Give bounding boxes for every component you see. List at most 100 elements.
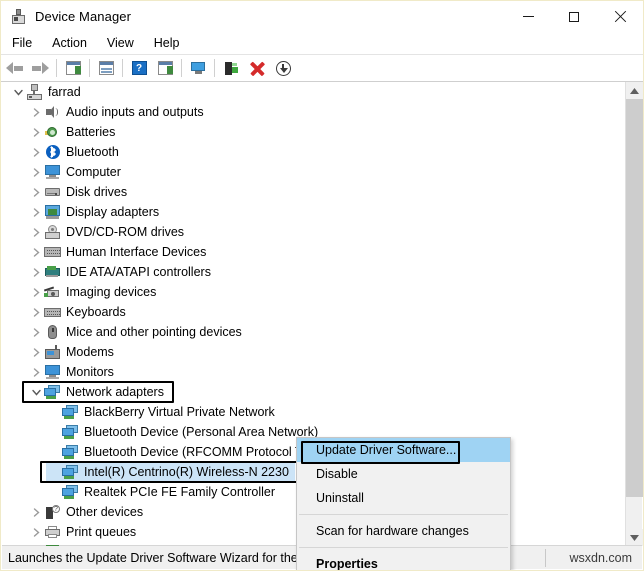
expand-chevron-icon[interactable] bbox=[28, 202, 44, 222]
tree-item-display-adapters[interactable]: Display adapters bbox=[2, 202, 619, 222]
tree-item-label: DVD/CD-ROM drives bbox=[66, 222, 184, 242]
hid-icon bbox=[44, 244, 61, 260]
tree-item-label: Monitors bbox=[66, 362, 114, 382]
context-menu-item-uninstall[interactable]: Uninstall bbox=[297, 486, 510, 510]
maximize-button[interactable] bbox=[551, 1, 597, 32]
expand-chevron-icon[interactable] bbox=[28, 142, 44, 162]
computer-icon bbox=[26, 84, 43, 100]
battery-icon bbox=[44, 124, 61, 140]
toolbar-properties-button[interactable] bbox=[93, 56, 119, 80]
expand-chevron-icon[interactable] bbox=[28, 122, 44, 142]
expand-chevron-icon[interactable] bbox=[28, 162, 44, 182]
expand-chevron-icon[interactable] bbox=[28, 502, 44, 522]
menu-file[interactable]: File bbox=[3, 34, 41, 52]
tree-item-label: Human Interface Devices bbox=[66, 242, 206, 262]
menu-view[interactable]: View bbox=[98, 34, 143, 52]
context-menu[interactable]: Update Driver Software... Disable Uninstal… bbox=[296, 437, 511, 571]
tree-item-ide-ata-atapi-controllers[interactable]: IDE ATA/ATAPI controllers bbox=[2, 262, 619, 282]
unknown-device-icon: ? bbox=[44, 504, 61, 520]
context-menu-item-update-driver-software[interactable]: Update Driver Software... bbox=[297, 438, 510, 462]
tree-item-label: Realtek PCIe FE Family Controller bbox=[84, 482, 275, 502]
back-arrow-icon bbox=[6, 62, 23, 75]
toolbar-forward-button[interactable] bbox=[27, 56, 53, 80]
tree-item-label: Modems bbox=[66, 342, 114, 362]
scroll-down-button[interactable] bbox=[626, 529, 643, 546]
expand-chevron-icon[interactable] bbox=[28, 302, 44, 322]
toolbar-help-button[interactable]: ? bbox=[126, 56, 152, 80]
expand-chevron-icon[interactable] bbox=[28, 362, 44, 382]
tree-item-label: Bluetooth Device (Personal Area Network) bbox=[84, 422, 318, 442]
tree-item-modems[interactable]: Modems bbox=[2, 342, 619, 362]
scroll-up-button[interactable] bbox=[626, 82, 643, 99]
minimize-button[interactable] bbox=[505, 1, 551, 32]
tree-item-audio-inputs-and-outputs[interactable]: Audio inputs and outputs bbox=[2, 102, 619, 122]
expand-chevron-icon[interactable] bbox=[28, 182, 44, 202]
disable-device-icon bbox=[276, 61, 291, 76]
disk-icon bbox=[44, 184, 61, 200]
toolbar-back-button[interactable] bbox=[1, 56, 27, 80]
tree-item-dvd-cd-rom-drives[interactable]: DVD/CD-ROM drives bbox=[2, 222, 619, 242]
menu-bar: File Action View Help bbox=[1, 32, 643, 55]
context-menu-item-properties[interactable]: Properties bbox=[297, 552, 510, 571]
network-adapter-icon bbox=[62, 404, 79, 420]
toolbar-separator bbox=[122, 59, 123, 77]
show-hidden-devices-icon bbox=[66, 61, 81, 75]
optical-drive-icon bbox=[44, 224, 61, 240]
imaging-icon bbox=[44, 284, 61, 300]
toolbar-uninstall-button[interactable] bbox=[244, 56, 270, 80]
tree-item-label: Disk drives bbox=[66, 182, 127, 202]
tree-item-computer[interactable]: Computer bbox=[2, 162, 619, 182]
expand-chevron-icon bbox=[46, 462, 62, 482]
modem-icon bbox=[44, 344, 61, 360]
monitor-icon bbox=[44, 164, 61, 180]
expand-chevron-icon[interactable] bbox=[28, 222, 44, 242]
network-adapter-icon bbox=[62, 424, 79, 440]
tree-item-keyboards[interactable]: Keyboards bbox=[2, 302, 619, 322]
expand-chevron-icon[interactable] bbox=[10, 82, 26, 102]
context-menu-label: Scan for hardware changes bbox=[316, 524, 469, 538]
menu-action[interactable]: Action bbox=[43, 34, 96, 52]
tree-item-imaging-devices[interactable]: Imaging devices bbox=[2, 282, 619, 302]
network-adapter-icon bbox=[44, 384, 61, 400]
toolbar: ? bbox=[1, 55, 643, 82]
toolbar-disable-button[interactable] bbox=[270, 56, 296, 80]
toolbar-enable-button[interactable] bbox=[218, 56, 244, 80]
toolbar-update-driver-button[interactable] bbox=[185, 56, 211, 80]
device-manager-icon bbox=[10, 8, 27, 25]
context-menu-label: Update Driver Software... bbox=[316, 443, 456, 457]
context-menu-label: Uninstall bbox=[316, 491, 364, 505]
tree-item-network-adapters[interactable]: Network adapters bbox=[2, 382, 619, 402]
tree-item-blackberry-virtual-private-network[interactable]: BlackBerry Virtual Private Network bbox=[2, 402, 619, 422]
expand-chevron-icon[interactable] bbox=[28, 522, 44, 542]
close-button[interactable] bbox=[597, 1, 643, 32]
expand-chevron-icon[interactable] bbox=[28, 382, 44, 402]
tree-item-label: Intel(R) Centrino(R) Wireless-N 2230 bbox=[84, 462, 289, 482]
expand-chevron-icon[interactable] bbox=[28, 342, 44, 362]
toolbar-show-hidden-button[interactable] bbox=[60, 56, 86, 80]
toolbar-scan-button[interactable] bbox=[152, 56, 178, 80]
network-adapter-icon bbox=[62, 484, 79, 500]
expand-chevron-icon[interactable] bbox=[28, 322, 44, 342]
context-menu-separator bbox=[299, 547, 508, 548]
scrollbar-thumb[interactable] bbox=[626, 99, 643, 497]
tree-item-label: Display adapters bbox=[66, 202, 159, 222]
context-menu-item-disable[interactable]: Disable bbox=[297, 462, 510, 486]
tree-item-farrad[interactable]: farrad bbox=[2, 82, 619, 102]
context-menu-separator bbox=[299, 514, 508, 515]
expand-chevron-icon[interactable] bbox=[28, 262, 44, 282]
expand-chevron-icon[interactable] bbox=[28, 102, 44, 122]
tree-item-mice-and-other-pointing-devices[interactable]: Mice and other pointing devices bbox=[2, 322, 619, 342]
tree-item-bluetooth[interactable]: Bluetooth bbox=[2, 142, 619, 162]
tree-item-human-interface-devices[interactable]: Human Interface Devices bbox=[2, 242, 619, 262]
expand-chevron-icon[interactable] bbox=[28, 282, 44, 302]
tree-item-label: Batteries bbox=[66, 122, 115, 142]
tree-item-disk-drives[interactable]: Disk drives bbox=[2, 182, 619, 202]
tree-item-monitors[interactable]: Monitors bbox=[2, 362, 619, 382]
uninstall-device-icon bbox=[250, 61, 265, 76]
vertical-scrollbar[interactable] bbox=[625, 82, 642, 546]
tree-item-batteries[interactable]: Batteries bbox=[2, 122, 619, 142]
expand-chevron-icon[interactable] bbox=[28, 242, 44, 262]
tree-item-label: farrad bbox=[48, 82, 81, 102]
context-menu-item-scan-for-hardware-changes[interactable]: Scan for hardware changes bbox=[297, 519, 510, 543]
menu-help[interactable]: Help bbox=[145, 34, 189, 52]
